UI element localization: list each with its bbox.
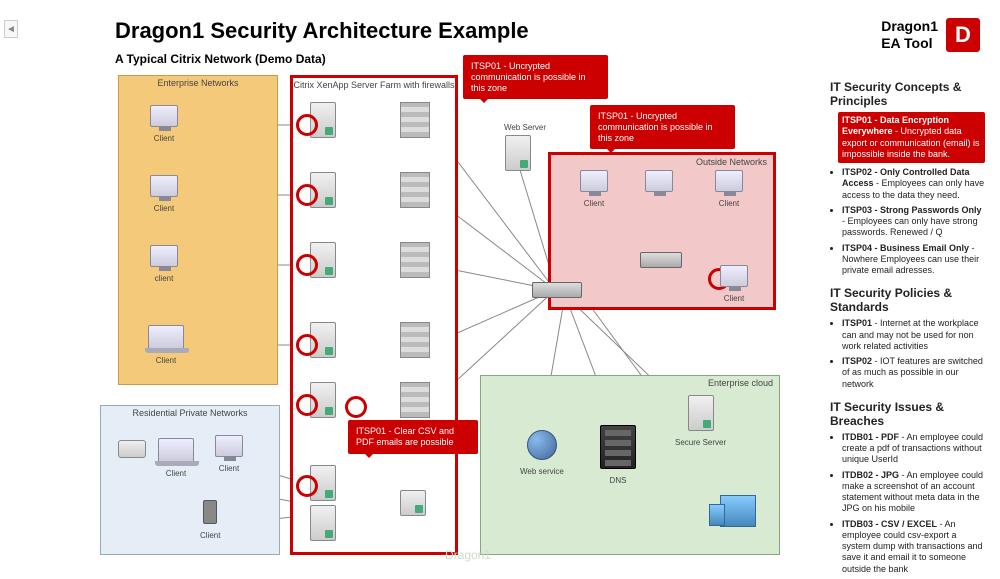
web-server[interactable]: Web Server [505,135,531,176]
pc-icon [215,435,243,457]
laptop-icon [158,438,194,462]
dns-server[interactable]: DNS [600,425,636,485]
callout-itsp01-zone2[interactable]: ITSP01 - Uncrypted communication is poss… [590,105,735,149]
violation-marker[interactable] [345,396,367,418]
violation-marker[interactable] [296,394,318,416]
enterprise-client-3[interactable]: client [150,245,178,283]
sidebar-heading-policies: IT Security Policies & Standards [830,286,985,314]
page-title: Dragon1 Security Architecture Example [115,18,529,44]
residential-laptop[interactable]: Client [158,438,194,478]
firewall-3[interactable] [400,242,430,283]
rack-icon [600,425,636,469]
web-service[interactable]: Web service [520,430,564,476]
outside-client-1[interactable]: Client [580,170,608,208]
brand-logo-icon: D [946,18,980,52]
list-item[interactable]: ITSP01 - Internet at the workplace can a… [842,318,985,352]
pc-icon [150,175,178,197]
callout-itsp01-zone1[interactable]: ITSP01 - Uncrypted communication is poss… [463,55,608,99]
issues-list: ITDB01 - PDF - An employee could create … [842,432,985,575]
violation-marker[interactable] [296,184,318,206]
firewall-icon [400,172,430,208]
server-icon [505,135,531,171]
zone-label: Enterprise cloud [481,378,773,388]
residential-pc[interactable]: Client [215,435,243,473]
firewall-1[interactable] [400,102,430,143]
brand-sub: EA Tool [881,35,932,51]
watermark: Dragon1 [445,548,491,562]
router-icon [532,282,582,298]
zone-label: Citrix XenApp Server Farm with firewalls [293,80,455,90]
violation-marker[interactable] [296,334,318,356]
brand-block: Dragon1 EA Tool D [881,18,980,52]
outside-client-3[interactable]: Client [715,170,743,208]
residential-phone[interactable]: Client [200,500,220,540]
outside-switch[interactable] [640,252,682,273]
building-icon [720,495,756,527]
server-icon [310,505,336,541]
secure-server[interactable]: Secure Server [675,395,726,447]
prev-page-arrow[interactable]: ◄ [4,20,18,38]
pc-icon [580,170,608,192]
pc-icon [715,170,743,192]
modem-icon [118,440,146,458]
list-item[interactable]: ITSP04 - Business Email Only - Nowhere E… [842,243,985,277]
policies-list: ITSP01 - Internet at the workplace can a… [842,318,985,390]
page-subtitle: A Typical Citrix Network (Demo Data) [115,52,326,66]
globe-icon [527,430,557,460]
firewall-4[interactable] [400,322,430,363]
zone-label: Enterprise Networks [119,78,277,88]
laptop-icon [148,325,184,349]
router-icon [640,252,682,268]
pc-icon [150,245,178,267]
firewall-icon [400,102,430,138]
zone-enterprise-networks[interactable]: Enterprise Networks [118,75,278,385]
enterprise-client-1[interactable]: Client [150,105,178,143]
violation-marker[interactable] [296,114,318,136]
firewall-icon [400,242,430,278]
violation-marker[interactable] [296,475,318,497]
zone-residential-networks[interactable]: Residential Private Networks [100,405,280,555]
concepts-list: ITSP01 - Data Encryption Everywhere - Un… [842,112,985,276]
sidebar-heading-concepts: IT Security Concepts & Principles [830,80,985,108]
enterprise-client-4[interactable]: Client [148,325,184,365]
list-item[interactable]: ITDB01 - PDF - An employee could create … [842,432,985,466]
list-item[interactable]: ITSP02 - IOT features are switched of as… [842,356,985,390]
enterprise-client-2[interactable]: Client [150,175,178,213]
list-item[interactable]: ITDB02 - JPG - An employee could make a … [842,470,985,515]
building[interactable] [720,495,756,532]
residential-modem[interactable] [118,440,146,463]
pc-icon [645,170,673,192]
sidebar: IT Security Concepts & Principles ITSP01… [830,70,985,579]
pc-icon [150,105,178,127]
central-router[interactable] [532,282,582,303]
server-icon [400,490,426,516]
server-icon [688,395,714,431]
firewall-2[interactable] [400,172,430,213]
list-item[interactable]: ITDB03 - CSV / EXCEL - An employee could… [842,519,985,575]
list-item[interactable]: ITSP01 - Data Encryption Everywhere - Un… [838,112,985,163]
citrix-gateway[interactable] [400,490,426,521]
firewall-5[interactable] [400,382,430,423]
zone-label: Residential Private Networks [101,408,279,418]
citrix-server-7[interactable] [310,505,336,546]
callout-itsp01-csv-pdf[interactable]: ITSP01 - Clear CSV and PDF emails are po… [348,420,478,454]
sidebar-heading-issues: IT Security Issues & Breaches [830,400,985,428]
outside-client-4[interactable]: Client [720,265,748,303]
firewall-icon [400,382,430,418]
zone-label: Outside Networks [551,157,767,167]
list-item[interactable]: ITSP03 - Strong Passwords Only - Employe… [842,205,985,239]
outside-client-2[interactable] [645,170,673,197]
architecture-diagram: Enterprise Networks Citrix XenApp Server… [100,70,820,550]
violation-marker[interactable] [296,254,318,276]
phone-icon [203,500,217,524]
list-item[interactable]: ITSP02 - Only Controlled Data Access - E… [842,167,985,201]
brand-name: Dragon1 [881,18,938,34]
firewall-icon [400,322,430,358]
pc-icon [720,265,748,287]
